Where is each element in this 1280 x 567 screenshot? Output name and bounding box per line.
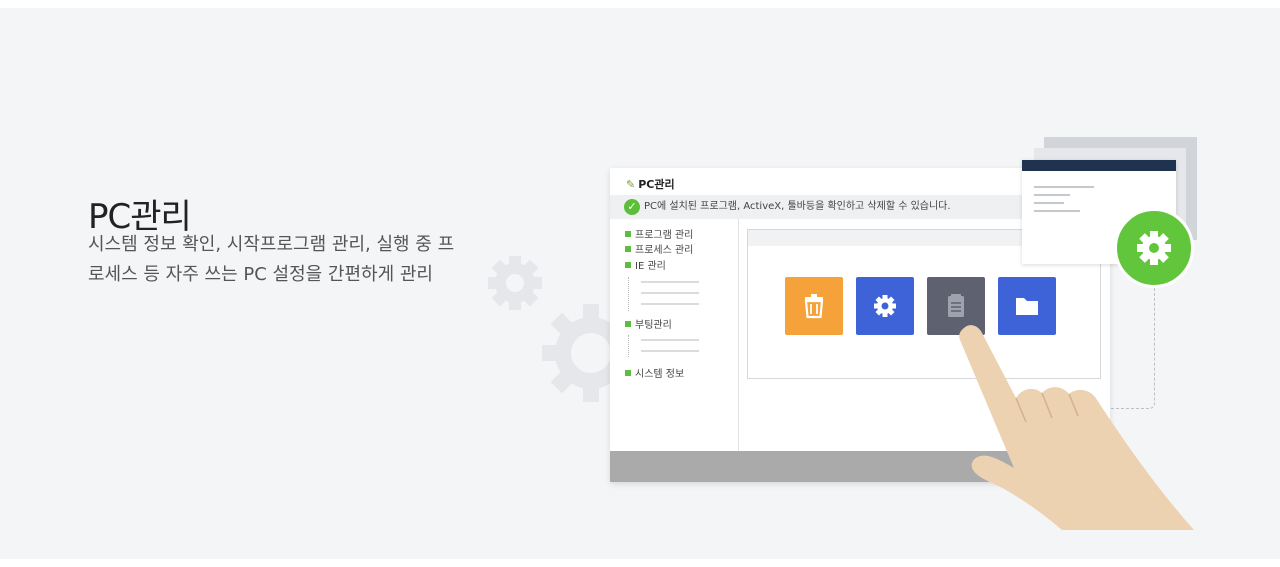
window-title-text: PC관리 [638, 178, 675, 191]
status-message: PC에 설치된 프로그램, ActiveX, 툴바등을 확인하고 삭제할 수 있… [644, 201, 951, 212]
settings-badge [1114, 208, 1194, 288]
mini-window-header [1022, 160, 1176, 171]
pointing-hand-icon [959, 325, 1194, 530]
tree-item-program-management[interactable]: 프로그램 관리 [625, 229, 693, 243]
sidebar-tree: 프로그램 관리 프로세스 관리 IE 관리 부팅관리 시스템 정보 [610, 219, 739, 451]
settings-tile-button[interactable] [856, 277, 914, 335]
gear-icon [874, 295, 896, 317]
pc-management-illustration: ✎ PC관리 ✓ PC에 설치된 프로그램, ActiveX, 툴바등을 확인하고… [0, 0, 1280, 567]
trash-icon [804, 294, 824, 319]
tree-item-process-management[interactable]: 프로세스 관리 [625, 244, 693, 258]
trash-tile-button[interactable] [785, 277, 843, 335]
window-title: ✎ PC관리 [626, 174, 675, 196]
check-circle-icon: ✓ [624, 199, 640, 215]
tree-item-boot-management[interactable]: 부팅관리 [625, 319, 672, 333]
tree-sub-lines [628, 277, 699, 311]
tree-sub-lines [628, 335, 699, 357]
pencil-icon: ✎ [626, 178, 636, 191]
tree-item-ie-management[interactable]: IE 관리 [625, 260, 666, 274]
tree-item-system-info[interactable]: 시스템 정보 [625, 368, 684, 382]
gear-icon [1137, 231, 1171, 265]
